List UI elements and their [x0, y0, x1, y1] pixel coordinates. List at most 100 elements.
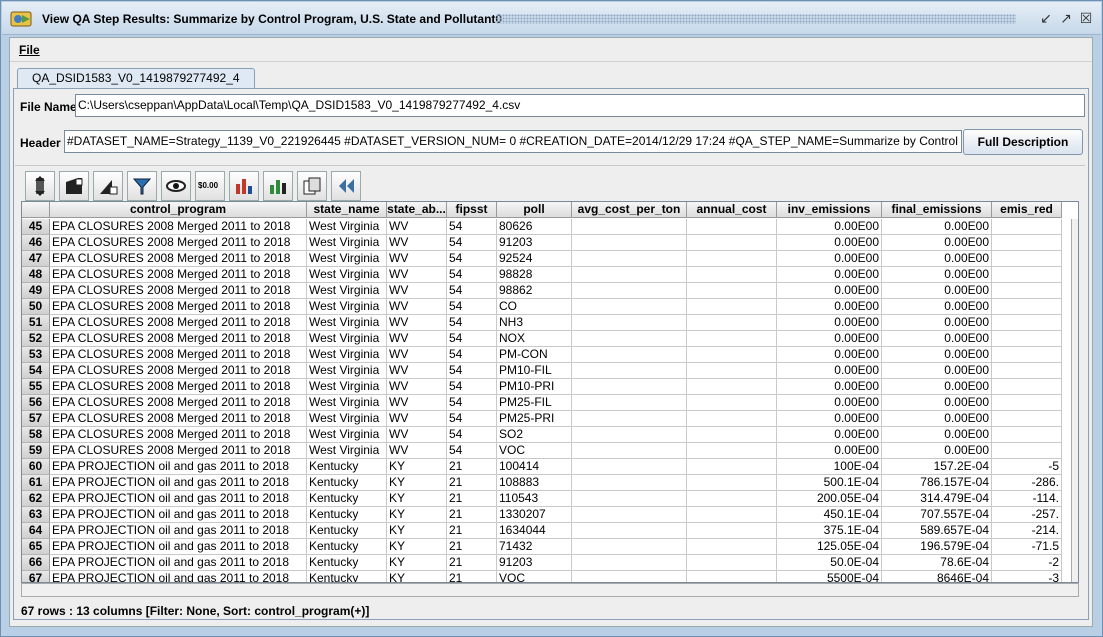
table-row[interactable]: 50 EPA CLOSURES 2008 Merged 2011 to 2018 W… — [22, 299, 1062, 315]
table-cell[interactable]: 80626 — [497, 219, 572, 235]
table-cell[interactable]: 21 — [447, 475, 497, 491]
table-cell[interactable]: 54 — [447, 427, 497, 443]
table-row[interactable]: 64 EPA PROJECTION oil and gas 2011 to 201… — [22, 523, 1062, 539]
row-number[interactable]: 56 — [22, 395, 50, 411]
table-cell[interactable]: 0.00E00 — [882, 395, 992, 411]
table-cell[interactable]: EPA CLOSURES 2008 Merged 2011 to 2018 — [50, 363, 307, 379]
table-cell[interactable]: West Virginia — [307, 379, 387, 395]
table-row[interactable]: 63 EPA PROJECTION oil and gas 2011 to 201… — [22, 507, 1062, 523]
table-cell[interactable]: 500.1E-04 — [777, 475, 882, 491]
table-cell[interactable]: 54 — [447, 395, 497, 411]
table-cell[interactable]: EPA CLOSURES 2008 Merged 2011 to 2018 — [50, 347, 307, 363]
table-cell[interactable]: EPA CLOSURES 2008 Merged 2011 to 2018 — [50, 395, 307, 411]
table-cell[interactable]: 21 — [447, 523, 497, 539]
table-cell[interactable]: 54 — [447, 267, 497, 283]
table-cell[interactable]: -257. — [992, 507, 1062, 523]
table-cell[interactable]: Kentucky — [307, 523, 387, 539]
table-cell[interactable]: Kentucky — [307, 507, 387, 523]
table-cell[interactable]: KY — [387, 459, 447, 475]
row-number[interactable]: 51 — [22, 315, 50, 331]
table-cell[interactable]: 21 — [447, 491, 497, 507]
row-number[interactable]: 60 — [22, 459, 50, 475]
table-cell[interactable] — [687, 491, 777, 507]
row-number[interactable]: 64 — [22, 523, 50, 539]
table-cell[interactable]: West Virginia — [307, 443, 387, 459]
table-cell[interactable] — [572, 507, 687, 523]
table-row[interactable]: 55 EPA CLOSURES 2008 Merged 2011 to 2018 W… — [22, 379, 1062, 395]
table-cell[interactable]: 21 — [447, 459, 497, 475]
table-cell[interactable] — [687, 299, 777, 315]
table-cell[interactable]: 54 — [447, 251, 497, 267]
table-cell[interactable]: 0.00E00 — [882, 331, 992, 347]
table-cell[interactable]: WV — [387, 379, 447, 395]
table-row[interactable]: 51 EPA CLOSURES 2008 Merged 2011 to 2018 W… — [22, 315, 1062, 331]
column-header[interactable]: state_ab... — [387, 202, 447, 218]
table-cell[interactable]: 5500E-04 — [777, 571, 882, 582]
table-cell[interactable] — [992, 443, 1062, 459]
row-number[interactable]: 54 — [22, 363, 50, 379]
table-cell[interactable]: 0.00E00 — [882, 363, 992, 379]
table-cell[interactable]: 0.00E00 — [777, 379, 882, 395]
table-cell[interactable] — [687, 427, 777, 443]
table-cell[interactable] — [572, 539, 687, 555]
table-cell[interactable]: West Virginia — [307, 331, 387, 347]
table-row[interactable]: 45 EPA CLOSURES 2008 Merged 2011 to 2018 W… — [22, 219, 1062, 235]
sort-button[interactable] — [25, 171, 55, 201]
table-cell[interactable]: West Virginia — [307, 235, 387, 251]
table-cell[interactable]: 157.2E-04 — [882, 459, 992, 475]
table-cell[interactable]: WV — [387, 443, 447, 459]
table-cell[interactable]: WV — [387, 299, 447, 315]
table-cell[interactable] — [687, 555, 777, 571]
table-cell[interactable]: WV — [387, 251, 447, 267]
table-cell[interactable]: 71432 — [497, 539, 572, 555]
table-cell[interactable]: 21 — [447, 555, 497, 571]
table-cell[interactable]: Kentucky — [307, 555, 387, 571]
table-cell[interactable]: 54 — [447, 299, 497, 315]
table-cell[interactable]: EPA CLOSURES 2008 Merged 2011 to 2018 — [50, 299, 307, 315]
table-cell[interactable] — [687, 523, 777, 539]
table-cell[interactable]: 54 — [447, 379, 497, 395]
table-row[interactable]: 58 EPA CLOSURES 2008 Merged 2011 to 2018 W… — [22, 427, 1062, 443]
table-cell[interactable]: 54 — [447, 347, 497, 363]
table-cell[interactable]: 314.479E-04 — [882, 491, 992, 507]
table-cell[interactable] — [992, 379, 1062, 395]
table-cell[interactable]: KY — [387, 571, 447, 582]
table-cell[interactable] — [572, 235, 687, 251]
table-cell[interactable]: WV — [387, 235, 447, 251]
table-cell[interactable]: 0.00E00 — [882, 235, 992, 251]
table-cell[interactable]: 0.00E00 — [777, 299, 882, 315]
table-cell[interactable] — [572, 283, 687, 299]
table-cell[interactable]: 54 — [447, 315, 497, 331]
copy-button[interactable] — [297, 171, 327, 201]
table-cell[interactable]: EPA CLOSURES 2008 Merged 2011 to 2018 — [50, 251, 307, 267]
table-cell[interactable]: VOC — [497, 443, 572, 459]
table-cell[interactable] — [687, 267, 777, 283]
table-cell[interactable] — [687, 251, 777, 267]
table-cell[interactable]: PM25-FIL — [497, 395, 572, 411]
row-number[interactable]: 55 — [22, 379, 50, 395]
menu-file[interactable]: File — [19, 43, 40, 57]
table-cell[interactable]: -5 — [992, 459, 1062, 475]
table-cell[interactable]: 707.557E-04 — [882, 507, 992, 523]
table-cell[interactable]: 0.00E00 — [777, 443, 882, 459]
table-row[interactable]: 52 EPA CLOSURES 2008 Merged 2011 to 2018 W… — [22, 331, 1062, 347]
table-cell[interactable] — [572, 475, 687, 491]
table-row[interactable]: 48 EPA CLOSURES 2008 Merged 2011 to 2018 W… — [22, 267, 1062, 283]
table-cell[interactable] — [992, 267, 1062, 283]
table-cell[interactable]: WV — [387, 395, 447, 411]
table-cell[interactable]: 108883 — [497, 475, 572, 491]
table-cell[interactable]: KY — [387, 523, 447, 539]
table-cell[interactable] — [572, 331, 687, 347]
table-cell[interactable]: 91203 — [497, 235, 572, 251]
table-cell[interactable] — [687, 475, 777, 491]
table-cell[interactable]: 0.00E00 — [777, 283, 882, 299]
row-number[interactable]: 57 — [22, 411, 50, 427]
table-cell[interactable]: 54 — [447, 331, 497, 347]
table-cell[interactable]: EPA PROJECTION oil and gas 2011 to 2018 — [50, 459, 307, 475]
table-cell[interactable] — [992, 347, 1062, 363]
table-cell[interactable]: EPA CLOSURES 2008 Merged 2011 to 2018 — [50, 315, 307, 331]
table-row[interactable]: 53 EPA CLOSURES 2008 Merged 2011 to 2018 W… — [22, 347, 1062, 363]
table-cell[interactable]: EPA CLOSURES 2008 Merged 2011 to 2018 — [50, 267, 307, 283]
table-cell[interactable] — [572, 555, 687, 571]
table-cell[interactable] — [687, 443, 777, 459]
